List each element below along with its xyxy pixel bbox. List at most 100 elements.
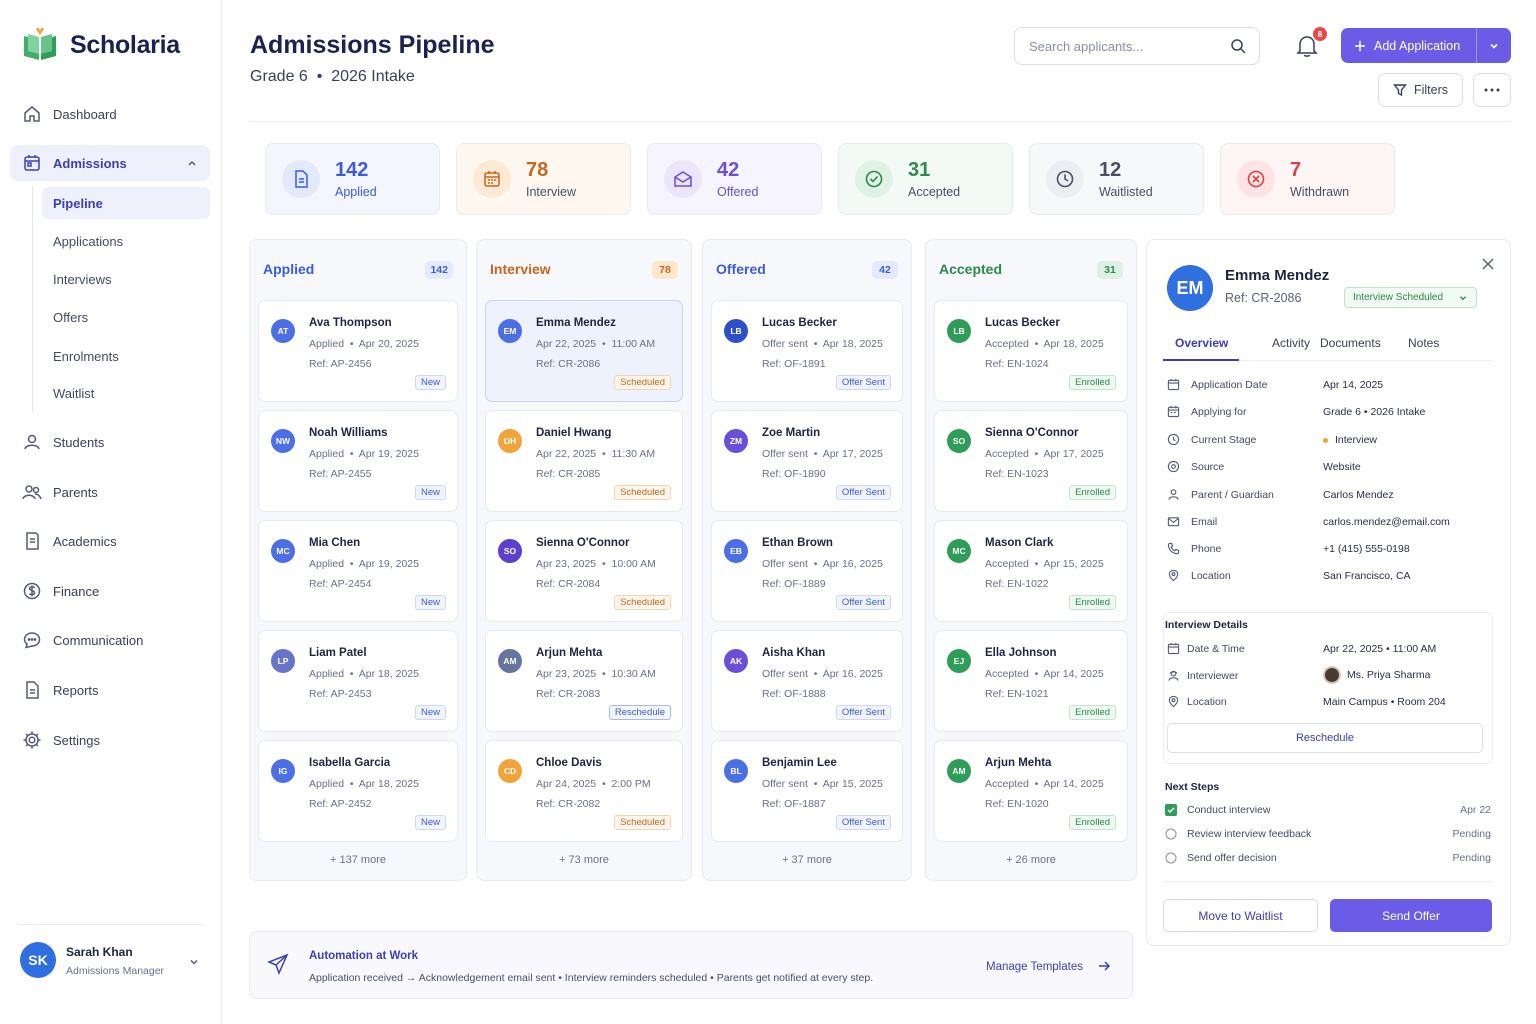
reschedule-button[interactable]: Reschedule [1167, 723, 1483, 753]
status-badge: Offer Sent [835, 485, 891, 500]
applicant-meta: Applied • Apr 19, 2025 [309, 558, 419, 570]
nav-finance[interactable]: Finance [10, 573, 210, 609]
send-offer-button[interactable]: Send Offer [1330, 899, 1492, 932]
stat-number: 7 [1290, 159, 1302, 181]
document-icon [282, 160, 320, 198]
calendar-icon [1167, 378, 1180, 391]
applicant-card[interactable]: LB Lucas Becker Offer sent • Apr 18, 2025 R… [711, 300, 903, 402]
status-badge: Enrolled [1069, 375, 1116, 390]
applicant-card[interactable]: ZM Zoe Martin Offer sent • Apr 17, 2025 Ref… [711, 410, 903, 512]
applicant-card[interactable]: BL Benjamin Lee Offer sent • Apr 15, 2025 R… [711, 740, 903, 842]
status-badge: New [414, 375, 446, 390]
move-to-waitlist-button[interactable]: Move to Waitlist [1163, 899, 1318, 932]
applicant-meta: Apr 22, 2025 • 11:00 AM [536, 338, 656, 350]
calendar-icon [473, 160, 511, 198]
subnav-applications[interactable]: Applications [42, 225, 210, 257]
stat-number: 42 [717, 159, 740, 181]
show-more-link[interactable]: + 37 more [703, 854, 911, 866]
add-dropdown-button[interactable] [1477, 40, 1511, 52]
nav-reports[interactable]: Reports [10, 672, 210, 708]
filters-button[interactable]: Filters [1378, 73, 1463, 107]
applicant-card[interactable]: SO Sienna O'Connor Accepted • Apr 17, 2025… [934, 410, 1128, 512]
applicant-card[interactable]: CD Chloe Davis Apr 24, 2025 • 2:00 PM Ref: … [485, 740, 683, 842]
radio-empty-icon[interactable] [1165, 852, 1177, 864]
applicant-card[interactable]: AK Aisha Khan Offer sent • Apr 16, 2025 Ref… [711, 630, 903, 732]
subnav-waitlist[interactable]: Waitlist [42, 377, 210, 409]
stat-accepted[interactable]: 31 Accepted [838, 143, 1013, 215]
nav-academics[interactable]: Academics [10, 523, 210, 559]
meta-primary: Accepted [985, 778, 1029, 790]
show-more-link[interactable]: + 73 more [477, 854, 691, 866]
chevron-down-icon[interactable] [188, 956, 200, 968]
tab-overview[interactable]: Overview [1175, 336, 1228, 350]
column-count: 42 [872, 261, 898, 279]
applicant-card[interactable]: EM Emma Mendez Apr 22, 2025 • 11:00 AM Ref:… [485, 300, 683, 402]
logo[interactable]: Scholaria [20, 26, 180, 64]
stat-label: Interview [526, 185, 577, 199]
meta-date: Apr 14, 2025 [1043, 668, 1104, 680]
chevron-down-icon [1460, 296, 1466, 301]
tab-documents[interactable]: Documents [1320, 336, 1381, 350]
manage-templates-link[interactable]: Manage Templates [986, 960, 1111, 973]
stat-withdrawn[interactable]: 7 Withdrawn [1220, 143, 1395, 215]
user-profile[interactable]: SK Sarah Khan Admissions Manager [18, 924, 204, 1004]
nav-admissions[interactable]: Admissions [10, 145, 210, 181]
status-badge: Enrolled [1069, 595, 1116, 610]
search-input[interactable]: Search applicants... [1014, 27, 1260, 65]
x-circle-icon [1237, 160, 1275, 198]
applicant-ref: Ref: CR-2082 [536, 798, 601, 810]
stat-interview[interactable]: 78 Interview [456, 143, 631, 215]
subnav-pipeline[interactable]: Pipeline [42, 187, 210, 219]
nav-settings[interactable]: Settings [10, 722, 210, 758]
meta-date: Apr 15, 2025 [822, 778, 883, 790]
applicant-meta: Accepted • Apr 14, 2025 [985, 668, 1104, 680]
applicant-card[interactable]: AM Arjun Mehta Accepted • Apr 14, 2025 Ref:… [934, 740, 1128, 842]
nav-communication[interactable]: Communication [10, 622, 210, 658]
applicant-card[interactable]: AM Arjun Mehta Apr 23, 2025 • 10:30 AM Ref:… [485, 630, 683, 732]
clock-icon [1167, 433, 1180, 446]
tab-activity[interactable]: Activity [1272, 336, 1310, 350]
tab-notes[interactable]: Notes [1408, 336, 1439, 350]
status-badge: Offer Sent [835, 375, 891, 390]
show-more-link[interactable]: + 137 more [250, 854, 466, 866]
step-item[interactable]: Send offer decision Pending [1165, 851, 1491, 867]
subnav-enrolments[interactable]: Enrolments [42, 340, 210, 372]
more-options-button[interactable] [1473, 73, 1511, 107]
kanban-column-offered: Offered 42 LB Lucas Becker Offer sent • Apr … [702, 239, 912, 881]
kanban-column-interview: Interview 78 EM Emma Mendez Apr 22, 2025 • 1… [476, 239, 692, 881]
stat-applied[interactable]: 142 Applied [265, 143, 440, 215]
meta-primary: Apr 24, 2025 [536, 778, 597, 790]
applicant-card[interactable]: LB Lucas Becker Accepted • Apr 18, 2025 Ref… [934, 300, 1128, 402]
subnav-offers[interactable]: Offers [42, 301, 210, 333]
radio-empty-icon[interactable] [1165, 828, 1177, 840]
applicant-card[interactable]: DH Daniel Hwang Apr 22, 2025 • 11:30 AM Ref… [485, 410, 683, 512]
avatar: SO [498, 539, 522, 563]
applicant-card[interactable]: EB Ethan Brown Offer sent • Apr 16, 2025 Re… [711, 520, 903, 622]
status-dropdown[interactable]: Interview Scheduled [1344, 287, 1477, 308]
step-item[interactable]: Review interview feedback Pending [1165, 827, 1491, 843]
stat-waitlisted[interactable]: 12 Waitlisted [1029, 143, 1204, 215]
applicant-card[interactable]: SO Sienna O'Connor Apr 23, 2025 • 10:00 AM… [485, 520, 683, 622]
subnav-interviews[interactable]: Interviews [42, 263, 210, 295]
search-placeholder: Search applicants... [1029, 38, 1144, 54]
nav-parents[interactable]: Parents [10, 474, 210, 510]
nav-dashboard[interactable]: Dashboard [10, 96, 210, 132]
nav-students[interactable]: Students [10, 424, 210, 460]
step-item[interactable]: Conduct interview Apr 22 [1165, 803, 1491, 819]
applicant-card[interactable]: LP Liam Patel Applied • Apr 18, 2025 Ref: A… [258, 630, 458, 732]
nav-label: Reports [53, 682, 99, 698]
checkbox-checked-icon[interactable] [1165, 804, 1177, 816]
applicant-card[interactable]: MC Mia Chen Applied • Apr 19, 2025 Ref: AP-… [258, 520, 458, 622]
applicant-name: Arjun Mehta [536, 647, 603, 659]
calendar-icon [24, 155, 40, 171]
applicant-card[interactable]: AT Ava Thompson Applied • Apr 20, 2025 Ref:… [258, 300, 458, 402]
close-icon[interactable] [1482, 258, 1494, 270]
stat-number: 142 [335, 159, 369, 181]
applicant-card[interactable]: IG Isabella Garcia Applied • Apr 18, 2025 R… [258, 740, 458, 842]
applicant-card[interactable]: NW Noah Williams Applied • Apr 19, 2025 Ref… [258, 410, 458, 512]
applicant-card[interactable]: EJ Ella Johnson Accepted • Apr 14, 2025 Ref… [934, 630, 1128, 732]
stat-offered[interactable]: 42 Offered [647, 143, 822, 215]
applicant-card[interactable]: MC Mason Clark Accepted • Apr 15, 2025 Ref:… [934, 520, 1128, 622]
show-more-link[interactable]: + 26 more [926, 854, 1136, 866]
add-application-button[interactable]: Add Application [1341, 28, 1511, 63]
